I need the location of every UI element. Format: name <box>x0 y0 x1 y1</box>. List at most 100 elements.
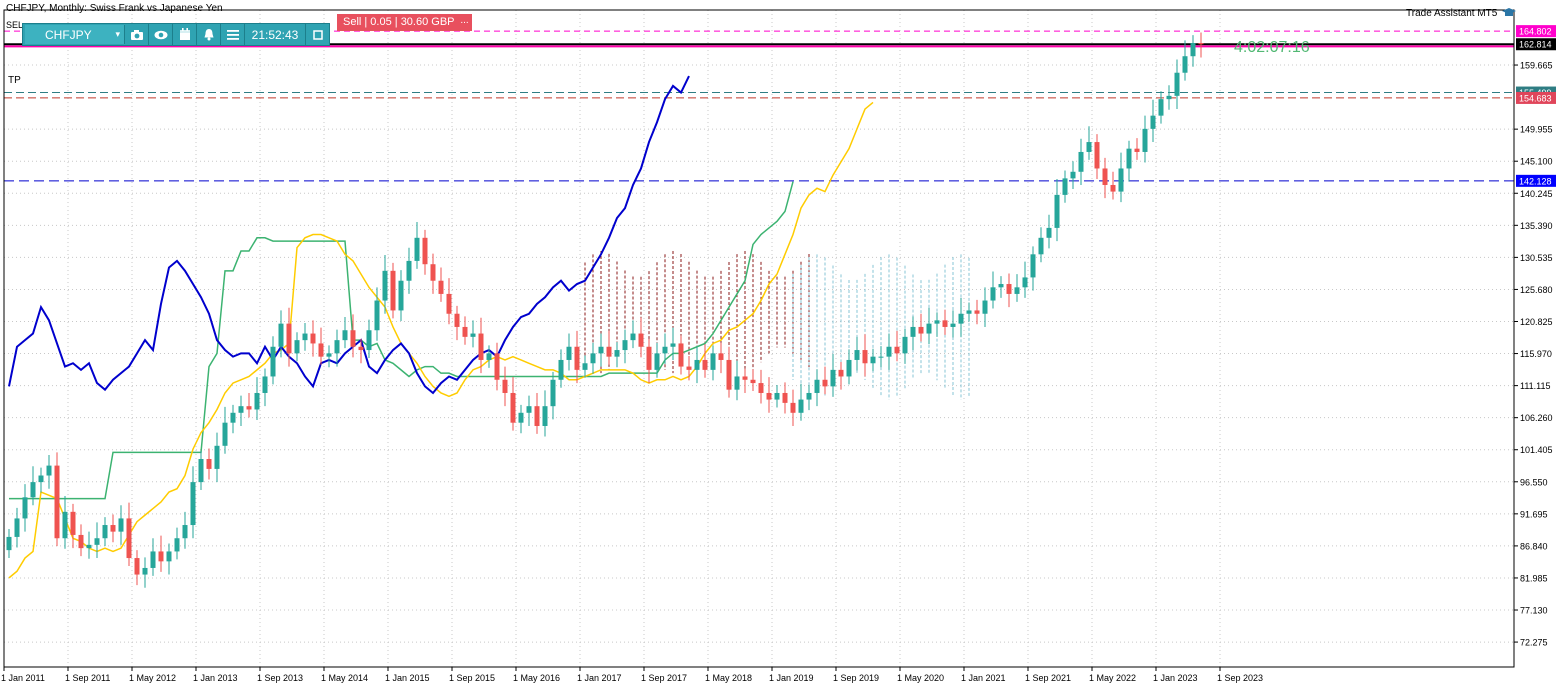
menu-button[interactable] <box>221 24 245 45</box>
menu-icon <box>226 29 239 40</box>
trade-assistant-text: Trade Assistant MT5 <box>1406 8 1498 19</box>
y-tick-label: 145.100 <box>1520 157 1553 167</box>
bell-icon <box>204 29 213 41</box>
candle-body <box>790 402 796 413</box>
candle-body <box>982 300 988 314</box>
candle-body <box>638 333 644 347</box>
candle-body <box>166 551 172 562</box>
candle-body <box>1046 227 1052 238</box>
sell-more-button[interactable]: ... <box>457 14 472 31</box>
candle-body <box>1198 43 1204 45</box>
candle-body <box>1086 142 1092 152</box>
candle-body <box>134 558 140 575</box>
y-tick-label: 120.825 <box>1520 317 1553 327</box>
window-button[interactable] <box>306 24 329 45</box>
candle-body <box>1078 151 1084 172</box>
tenkan-line <box>8 101 874 579</box>
graduation-cap-icon[interactable] <box>1502 8 1517 18</box>
candle-body <box>486 353 492 360</box>
candle-body <box>550 379 556 407</box>
candle-body <box>870 356 876 364</box>
candle-body <box>182 525 188 539</box>
screenshot-button[interactable] <box>125 24 149 45</box>
candle-body <box>398 280 404 311</box>
candle-body <box>694 359 700 370</box>
candle-body <box>622 340 628 351</box>
x-tick-label: 1 May 2014 <box>321 673 368 683</box>
view-button[interactable] <box>149 24 173 45</box>
candle-body <box>670 343 676 347</box>
candle-body <box>254 392 260 410</box>
candle-body <box>974 310 980 314</box>
y-tick-label: 140.245 <box>1520 189 1553 199</box>
candle-body <box>1110 184 1116 192</box>
candle-body <box>566 346 572 360</box>
plot-frame <box>3 9 1515 668</box>
candle-body <box>94 538 100 545</box>
candle-body <box>326 353 332 357</box>
candle-body <box>742 376 748 380</box>
symbol-text: CHFJPY <box>45 27 92 42</box>
candle-body <box>414 237 420 261</box>
candle-body <box>1158 99 1164 116</box>
candle-body <box>614 350 620 357</box>
alert-button[interactable] <box>197 24 221 45</box>
candle-body <box>150 551 156 568</box>
y-tick-label: 130.535 <box>1520 253 1553 263</box>
trade-toolbar: CHFJPY ▾ 21:52:43 <box>22 23 330 46</box>
symbol-selector[interactable]: CHFJPY ▾ <box>25 25 125 44</box>
candle-body <box>534 406 540 426</box>
candle-body <box>502 379 508 393</box>
candle-body <box>454 313 460 327</box>
candle-body <box>470 333 476 337</box>
x-tick-label: 1 Jan 2013 <box>193 673 238 683</box>
candle-body <box>382 270 388 301</box>
candle-body <box>966 310 972 314</box>
price-tag-label: 154.683 <box>1519 93 1552 103</box>
candle-body <box>86 544 92 549</box>
candle-body <box>1030 254 1036 278</box>
candle-body <box>1014 287 1020 294</box>
candle-body <box>30 482 36 498</box>
y-tick-label: 115.970 <box>1520 349 1552 359</box>
candle-body <box>262 376 268 393</box>
candle-body <box>582 363 588 370</box>
candle-body <box>934 320 940 324</box>
candle-body <box>726 359 732 390</box>
grid-layer <box>3 10 1514 667</box>
x-tick-label: 1 May 2020 <box>897 673 944 683</box>
candle-body <box>838 369 844 377</box>
price-tag-label: 162.814 <box>1519 40 1552 50</box>
candle-body <box>1094 142 1100 169</box>
candle-body <box>1102 168 1108 185</box>
candle-body <box>206 459 212 469</box>
camera-icon <box>130 29 143 40</box>
x-tick-label: 1 Sep 2015 <box>449 673 495 683</box>
y-tick-label: 96.550 <box>1520 477 1548 487</box>
y-tick-label: 125.680 <box>1520 285 1553 295</box>
candle-body <box>590 353 596 364</box>
candle-body <box>70 511 76 535</box>
sell-position-button[interactable]: Sell | 0.05 | 30.60 GBP <box>337 14 461 31</box>
candle-body <box>814 379 820 393</box>
candle-body <box>246 406 252 410</box>
candle-body <box>46 465 52 476</box>
candle-body <box>78 534 84 549</box>
candle-body <box>766 392 772 400</box>
candle-body <box>6 536 12 551</box>
candle-body <box>646 346 652 370</box>
calendar-icon <box>179 28 190 40</box>
candle-body <box>942 320 948 327</box>
x-tick-label: 1 May 2012 <box>129 673 176 683</box>
candle-body <box>950 323 956 327</box>
candle-body <box>654 353 660 370</box>
calendar-button[interactable] <box>173 24 197 45</box>
candle-body <box>174 538 180 552</box>
candle-body <box>518 412 524 423</box>
candles-layer <box>6 32 1204 588</box>
x-tick-label: 1 Sep 2023 <box>1217 673 1263 683</box>
candle-body <box>230 412 236 423</box>
price-tag-label: 142.128 <box>1519 176 1552 186</box>
x-tick-label: 1 Sep 2021 <box>1025 673 1071 683</box>
candle-body <box>1006 284 1012 294</box>
